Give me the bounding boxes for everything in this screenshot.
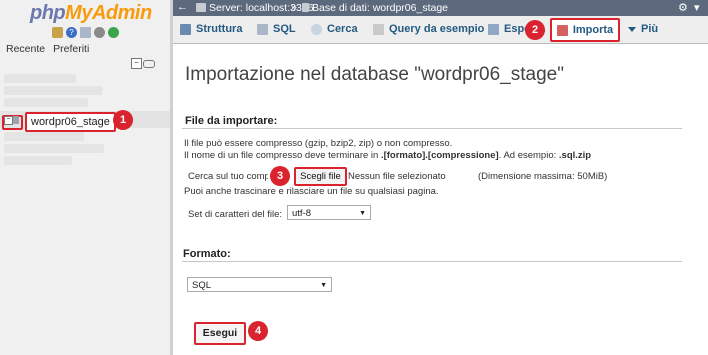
info-text: . Ad esempio: bbox=[498, 150, 559, 161]
search-icon bbox=[311, 23, 322, 35]
format-section-heading: Formato: bbox=[183, 248, 231, 260]
info-text: Il nome di un file compresso deve termin… bbox=[184, 150, 381, 161]
no-file-selected: Nessun file selezionato bbox=[348, 171, 446, 182]
nav-tabs: Recente Preferiti bbox=[6, 43, 89, 55]
compression-info: Il file può essere compresso (gzip, bzip… bbox=[184, 138, 453, 149]
server-icon bbox=[196, 3, 206, 12]
compressed-name-info: Il nome di un file compresso deve termin… bbox=[184, 150, 591, 161]
collapse-icon[interactable]: ▾ bbox=[694, 1, 700, 14]
structure-icon bbox=[180, 23, 191, 35]
max-size-label: (Dimensione massima: 50MiB) bbox=[478, 171, 608, 182]
chevron-down-icon: ▼ bbox=[359, 210, 366, 217]
step-badge-1: 1 bbox=[113, 110, 133, 130]
help-icon[interactable]: ? bbox=[66, 27, 77, 38]
tab-label: Cerca bbox=[327, 23, 358, 35]
collapse-all-icon[interactable]: − bbox=[131, 58, 142, 69]
format-pattern: .[formato].[compressione] bbox=[380, 150, 499, 161]
blurred-db-item bbox=[4, 74, 76, 83]
charset-label: Set di caratteri del file: bbox=[188, 209, 282, 220]
docs-icon[interactable] bbox=[80, 27, 91, 38]
sql-icon bbox=[257, 23, 268, 35]
database-icon bbox=[302, 3, 309, 12]
charset-select[interactable]: utf-8 ▼ bbox=[287, 205, 371, 220]
tab-piu[interactable]: Più bbox=[628, 20, 658, 38]
breadcrumb: ← Server: localhost:3306 » Base di dati:… bbox=[173, 0, 708, 16]
export-icon bbox=[488, 23, 499, 35]
blurred-db-item bbox=[4, 132, 84, 141]
step-badge-4: 4 bbox=[248, 321, 268, 341]
page-title: Importazione nel database "wordpr06_stag… bbox=[185, 64, 564, 85]
example-extension: .sql.zip bbox=[558, 150, 592, 161]
breadcrumb-database[interactable]: Base di dati: wordpr06_stage bbox=[312, 2, 448, 14]
back-arrow-icon[interactable]: ← bbox=[177, 1, 188, 13]
chevron-down-icon bbox=[628, 26, 636, 32]
tab-label: SQL bbox=[273, 23, 296, 35]
browse-label: Cerca sul tuo computer: bbox=[188, 171, 268, 182]
tab-cerca[interactable]: Cerca bbox=[311, 20, 358, 38]
format-value: SQL bbox=[192, 280, 212, 291]
charset-value: utf-8 bbox=[292, 208, 312, 219]
tab-label: Più bbox=[641, 23, 659, 35]
tab-label: Importa bbox=[572, 24, 614, 36]
reload-icon[interactable] bbox=[108, 27, 119, 38]
tab-recente[interactable]: Recente bbox=[6, 43, 45, 55]
navigation-panel: phpMyAdmin ? Recente Preferiti − − wordp… bbox=[0, 0, 170, 355]
file-section-heading: File da importare: bbox=[185, 115, 278, 127]
divider bbox=[182, 128, 682, 129]
db-item-label[interactable]: wordpr06_stage bbox=[25, 112, 116, 132]
tab-struttura[interactable]: Struttura bbox=[180, 20, 242, 38]
nav-icon-bar: ? bbox=[52, 27, 119, 38]
gear-icon[interactable] bbox=[94, 27, 105, 38]
tab-label: Query da esempio bbox=[389, 23, 485, 35]
query-icon bbox=[373, 23, 384, 35]
import-icon bbox=[556, 24, 568, 36]
logo-admin: Admin bbox=[91, 2, 152, 24]
breadcrumb-server[interactable]: Server: localhost:3306 bbox=[209, 2, 313, 14]
go-button[interactable]: Esegui bbox=[194, 322, 246, 345]
tab-query[interactable]: Query da esempio bbox=[373, 20, 484, 38]
blurred-db-item bbox=[4, 98, 88, 107]
blurred-db-item bbox=[4, 86, 102, 95]
format-select[interactable]: SQL ▼ bbox=[187, 277, 332, 292]
expand-icon[interactable]: − bbox=[4, 116, 13, 125]
db-item-wordpr06-stage[interactable]: − wordpr06_stage bbox=[0, 111, 170, 132]
database-icon bbox=[13, 116, 19, 124]
blurred-db-item bbox=[4, 156, 72, 165]
step-badge-3: 3 bbox=[270, 166, 290, 186]
chevron-down-icon: ▼ bbox=[320, 282, 327, 289]
home-icon[interactable] bbox=[52, 27, 63, 38]
gear-icon[interactable]: ⚙ bbox=[678, 1, 688, 14]
breadcrumb-separator: » bbox=[291, 1, 297, 13]
step-badge-2: 2 bbox=[525, 20, 545, 40]
tab-label: Struttura bbox=[196, 23, 243, 35]
tab-preferiti[interactable]: Preferiti bbox=[53, 43, 89, 55]
phpmyadmin-logo[interactable]: phpMyAdmin bbox=[30, 2, 152, 25]
logo-php: php bbox=[30, 2, 66, 24]
logo-my: My bbox=[65, 2, 92, 24]
tab-sql[interactable]: SQL bbox=[257, 20, 296, 38]
tab-bar: Struttura SQL Cerca Query da esempio Esp… bbox=[173, 16, 708, 44]
choose-file-button[interactable]: Scegli file bbox=[294, 167, 347, 186]
divider bbox=[182, 261, 682, 262]
blurred-db-item bbox=[4, 144, 104, 153]
link-icon[interactable] bbox=[143, 60, 155, 68]
tab-importa[interactable]: Importa bbox=[550, 18, 620, 42]
panel-splitter[interactable] bbox=[170, 0, 173, 355]
drag-drop-hint: Puoi anche trascinare e rilasciare un fi… bbox=[184, 186, 439, 197]
